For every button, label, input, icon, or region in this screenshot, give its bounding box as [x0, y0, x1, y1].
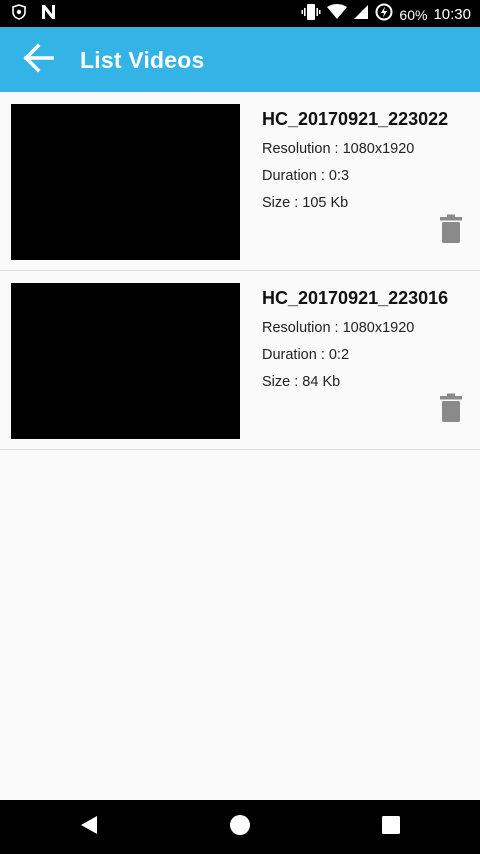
- screen: 60% 10:30 List Videos HC_20170921_223022…: [0, 0, 480, 854]
- signal-icon: [353, 4, 369, 25]
- page-title: List Videos: [80, 47, 205, 73]
- battery-charging-icon: [375, 3, 393, 26]
- status-right: 60% 10:30: [301, 3, 471, 26]
- battery-percent: 60%: [399, 6, 428, 23]
- nav-home-icon: [229, 814, 251, 841]
- nav-back-button[interactable]: [76, 814, 102, 840]
- delete-button[interactable]: [439, 214, 463, 244]
- status-time: 10:30: [433, 6, 471, 23]
- video-size: Size : 105 Kb: [262, 195, 349, 211]
- video-resolution: Resolution : 1080x1920: [262, 320, 415, 336]
- app-bar: List Videos: [0, 27, 480, 92]
- arrow-back-icon: [23, 42, 55, 78]
- n-notification-icon: [40, 4, 57, 25]
- nav-recents-icon: [381, 815, 401, 840]
- wifi-icon: [327, 4, 348, 25]
- status-bar: 60% 10:30: [0, 0, 480, 27]
- video-title: HC_20170921_223022: [262, 109, 449, 129]
- shield-icon: [12, 4, 26, 25]
- nav-back-icon: [78, 814, 100, 841]
- nav-recents-button[interactable]: [378, 814, 404, 840]
- video-title: HC_20170921_223016: [262, 288, 449, 308]
- back-button[interactable]: [22, 42, 56, 78]
- navigation-bar: [0, 800, 480, 854]
- nav-home-button[interactable]: [227, 814, 253, 840]
- video-list: HC_20170921_223022 Resolution : 1080x192…: [0, 92, 480, 450]
- trash-icon: [439, 214, 463, 248]
- video-list-item[interactable]: HC_20170921_223022 Resolution : 1080x192…: [0, 92, 480, 271]
- delete-button[interactable]: [439, 393, 463, 423]
- video-thumbnail[interactable]: [11, 104, 240, 260]
- vibrate-icon: [301, 3, 321, 26]
- status-left: [12, 4, 57, 25]
- video-duration: Duration : 0:3: [262, 168, 350, 184]
- video-size: Size : 84 Kb: [262, 374, 341, 390]
- video-thumbnail[interactable]: [11, 283, 240, 439]
- video-resolution: Resolution : 1080x1920: [262, 141, 415, 157]
- trash-icon: [439, 393, 463, 427]
- video-list-item[interactable]: HC_20170921_223016 Resolution : 1080x192…: [0, 271, 480, 450]
- video-duration: Duration : 0:2: [262, 347, 350, 363]
